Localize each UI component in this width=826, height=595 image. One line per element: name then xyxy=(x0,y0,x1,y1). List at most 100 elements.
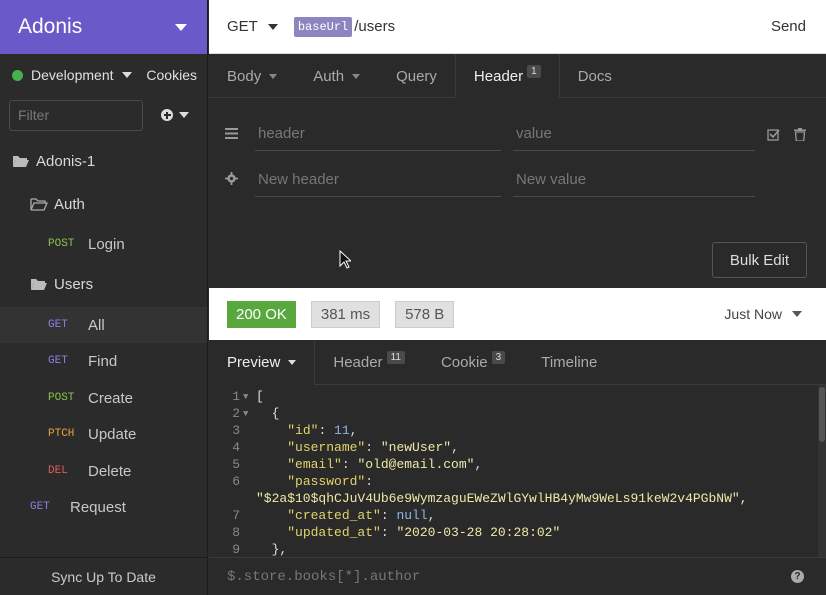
code-line: 5 "email": "old@email.com", xyxy=(209,457,482,474)
sidebar-item-login[interactable]: POST Login xyxy=(0,232,207,256)
response-tabs: Preview Header 11 Cookie 3 Timeline xyxy=(209,340,826,385)
tab-preview[interactable]: Preview xyxy=(209,340,316,385)
request-tabs: Body Auth Query Header 1 Docs xyxy=(209,54,826,99)
drag-handle-icon[interactable] xyxy=(224,126,238,142)
sync-status-button[interactable]: Sync Up To Date xyxy=(0,557,207,595)
gear-icon[interactable] xyxy=(224,172,238,188)
tab-label: Auth xyxy=(313,67,345,85)
chevron-down-icon xyxy=(792,311,802,317)
response-filter-input[interactable] xyxy=(227,568,747,585)
sidebar-item-label: Delete xyxy=(88,462,132,480)
url-variable-tag[interactable]: baseUrl xyxy=(293,16,353,37)
method-badge: PTCH xyxy=(48,428,75,440)
sidebar-item-request[interactable]: GET Request xyxy=(0,495,207,519)
chevron-down-icon xyxy=(179,112,189,118)
line-number: 5 xyxy=(232,457,240,472)
environment-row: Development Cookies xyxy=(0,54,207,96)
sidebar: Adonis Development Cookies Adonis-1 Auth… xyxy=(0,0,208,595)
count-badge: 1 xyxy=(527,65,541,78)
json-value: "2020-03-28 20:28:02" xyxy=(396,525,561,540)
tab-query[interactable]: Query xyxy=(378,54,455,98)
folder-open-icon xyxy=(31,279,47,290)
new-header-row xyxy=(209,160,826,200)
url-input[interactable]: baseUrl /users xyxy=(293,16,395,37)
json-value: 11 xyxy=(334,423,350,438)
code-line: 8 "updated_at": "2020-03-28 20:28:02" xyxy=(209,525,560,542)
sidebar-item-adonis-1[interactable]: Adonis-1 xyxy=(0,149,207,173)
code-text: }, xyxy=(256,542,288,557)
json-key: "password" xyxy=(287,474,366,489)
tab-response-header[interactable]: Header 11 xyxy=(315,340,423,384)
response-history-dropdown[interactable]: Just Now xyxy=(724,306,802,322)
code-line: 2 ▼ { xyxy=(209,406,279,423)
line-number: 2 xyxy=(232,406,240,421)
sidebar-item-find[interactable]: GET Find xyxy=(0,349,207,373)
row-actions xyxy=(767,127,806,141)
sidebar-item-label: All xyxy=(88,316,105,334)
line-number: 9 xyxy=(232,542,240,557)
method-badge: GET xyxy=(48,355,68,367)
workspace-dropdown[interactable]: Adonis xyxy=(0,0,207,54)
tab-docs[interactable]: Docs xyxy=(560,54,630,98)
cookies-button[interactable]: Cookies xyxy=(146,67,197,83)
count-badge: 3 xyxy=(491,350,506,364)
sidebar-filter-input[interactable] xyxy=(9,99,143,131)
sidebar-item-label: Create xyxy=(88,389,134,407)
tab-auth[interactable]: Auth xyxy=(295,54,378,98)
folder-open-icon xyxy=(13,156,29,167)
sidebar-item-label: Auth xyxy=(54,195,85,213)
code-line: 9 }, xyxy=(209,542,287,557)
url-bar: GET baseUrl /users Send xyxy=(209,0,826,54)
header-name-input[interactable] xyxy=(255,117,501,151)
fold-arrow-icon[interactable]: ▼ xyxy=(240,406,256,423)
response-scrollbar[interactable] xyxy=(818,385,826,557)
new-header-value-input[interactable] xyxy=(513,163,755,197)
code-line: 3 "id": 11, xyxy=(209,423,357,440)
sidebar-item-auth[interactable]: Auth xyxy=(0,192,207,216)
sidebar-item-create[interactable]: POST Create xyxy=(0,386,207,410)
line-number: 4 xyxy=(232,440,240,455)
code-line: 6 "password": xyxy=(209,474,373,491)
send-button[interactable]: Send xyxy=(771,18,806,35)
sidebar-item-update[interactable]: PTCH Update xyxy=(0,422,207,446)
tab-cookie[interactable]: Cookie 3 xyxy=(423,340,523,384)
tab-label: Query xyxy=(396,67,437,85)
help-icon[interactable]: ? xyxy=(791,570,804,583)
method-badge: GET xyxy=(48,319,68,331)
chevron-down-icon[interactable] xyxy=(121,72,132,78)
method-dropdown[interactable]: GET xyxy=(227,18,278,35)
json-key: "email" xyxy=(287,457,342,472)
sidebar-item-users[interactable]: Users xyxy=(0,272,207,296)
tab-label: Docs xyxy=(577,67,612,85)
environment-status-dot xyxy=(12,69,23,81)
tab-header[interactable]: Header 1 xyxy=(454,54,560,99)
checkbox-checked-icon[interactable] xyxy=(767,128,780,141)
header-value-input[interactable] xyxy=(513,117,755,151)
tab-body[interactable]: Body xyxy=(209,54,295,98)
trash-icon[interactable] xyxy=(794,127,806,141)
mouse-cursor-icon xyxy=(339,250,351,269)
method-label: GET xyxy=(227,18,258,35)
json-value: "$2a$10$qhCJuV4Ub6e9WymzaguEWeZWlGYwlHB4… xyxy=(256,491,748,506)
bulk-edit-button[interactable]: Bulk Edit xyxy=(712,242,807,278)
header-row xyxy=(209,114,826,154)
json-key: "id" xyxy=(287,423,319,438)
sidebar-item-all[interactable]: GET All xyxy=(0,307,207,343)
environment-selector[interactable]: Development xyxy=(31,67,114,83)
code-text: [ xyxy=(256,389,264,404)
sidebar-item-label: Users xyxy=(54,275,94,293)
scroll-thumb[interactable] xyxy=(819,387,825,442)
tab-label: Body xyxy=(227,67,262,85)
sidebar-item-label: Update xyxy=(88,425,137,443)
response-body-viewer[interactable]: 1 ▼[ 2 ▼ { 3 "id": 11, 4 "username": "newU… xyxy=(209,385,818,557)
json-key: "updated_at" xyxy=(287,525,381,540)
new-header-name-input[interactable] xyxy=(255,163,501,197)
code-line: 1 ▼[ xyxy=(209,389,264,406)
tab-timeline[interactable]: Timeline xyxy=(523,340,615,384)
code-line: 4 "username": "newUser", xyxy=(209,440,459,457)
add-request-button[interactable] xyxy=(161,109,189,121)
line-number: 8 xyxy=(232,525,240,540)
fold-arrow-icon[interactable]: ▼ xyxy=(240,389,256,406)
chevron-down-icon xyxy=(269,73,278,79)
sidebar-item-delete[interactable]: DEL Delete xyxy=(0,459,207,483)
